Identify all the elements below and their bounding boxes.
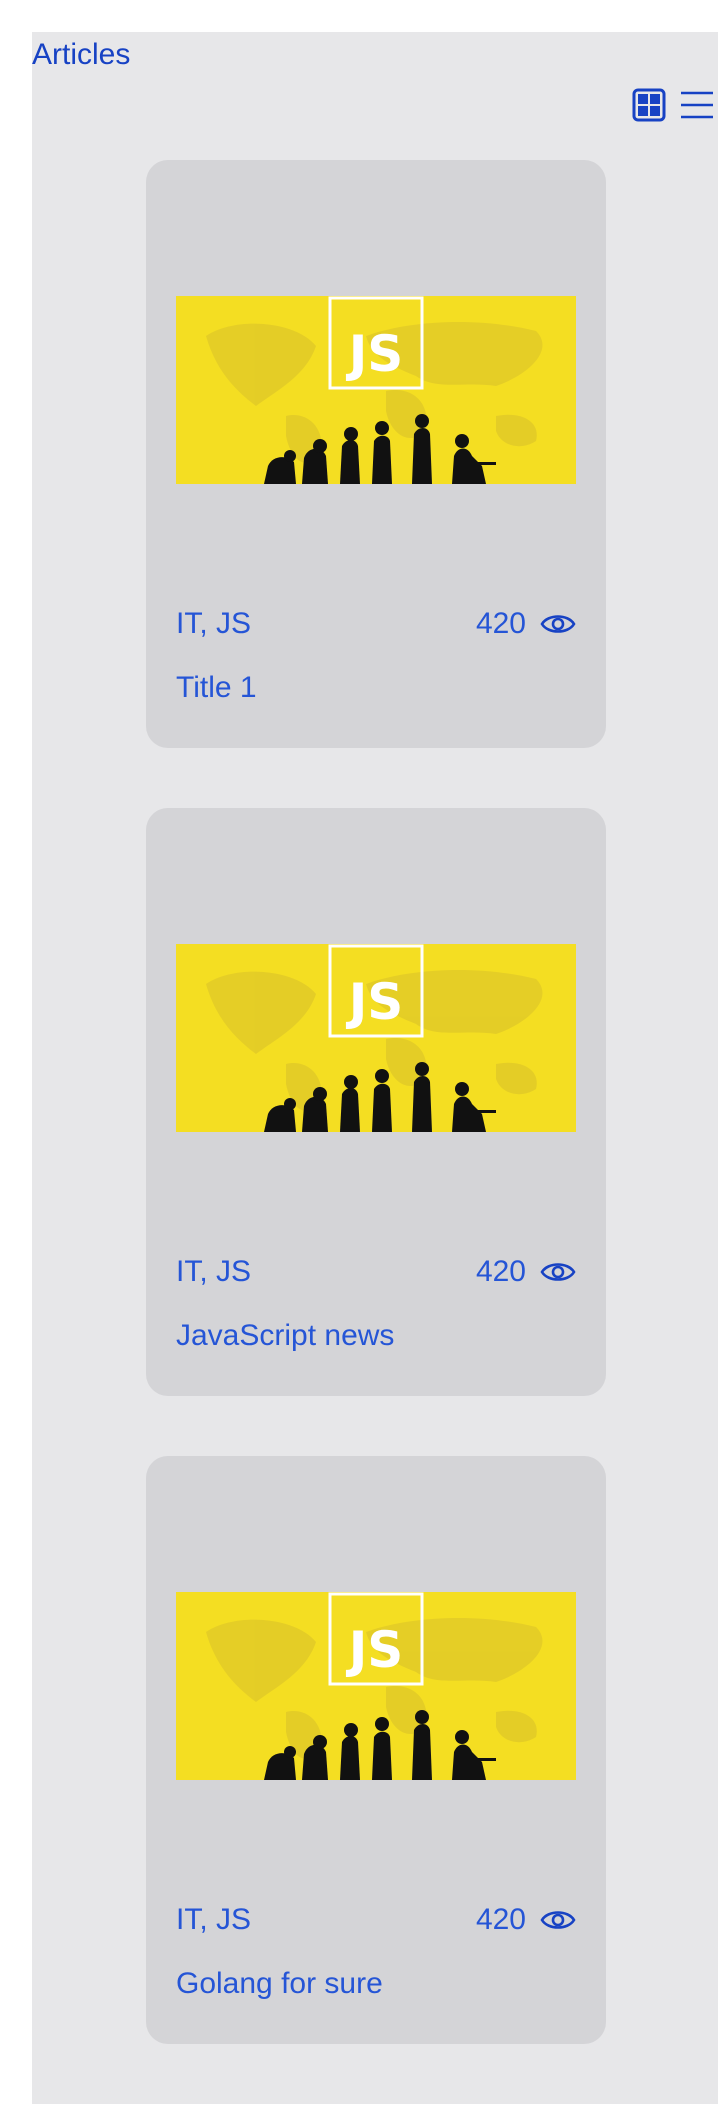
article-card[interactable]: JS IT, JS 4 bbox=[146, 160, 606, 748]
eye-icon bbox=[540, 615, 576, 633]
article-tags: IT, JS bbox=[176, 1255, 252, 1288]
page-title: Articles bbox=[32, 38, 131, 71]
article-views: 420 bbox=[476, 1902, 576, 1938]
views-count: 420 bbox=[475, 1903, 526, 1936]
views-count: 420 bbox=[475, 1255, 526, 1288]
article-list: JS IT, JS 420 Title 1 JS IT, JS 420 Java… bbox=[146, 160, 606, 2104]
article-image: JS bbox=[176, 296, 576, 484]
views-count: 420 bbox=[475, 607, 526, 640]
article-views: 420 bbox=[476, 1254, 576, 1290]
article-image: JS bbox=[176, 944, 576, 1132]
js-logo-text: JS bbox=[346, 1621, 404, 1679]
list-icon bbox=[681, 91, 713, 119]
eye-icon bbox=[540, 1263, 576, 1281]
article-tags: IT, JS bbox=[176, 607, 252, 640]
js-logo-text: JS bbox=[346, 325, 404, 383]
article-tags: IT, JS bbox=[176, 1903, 252, 1936]
article-title: JavaScript news bbox=[176, 1319, 395, 1352]
article-card[interactable]: JS IT, JS 4 bbox=[146, 808, 606, 1396]
articles-page: Articles JS IT, JS 420 Title 1 JS IT, JS… bbox=[32, 32, 718, 2104]
article-card[interactable]: JS IT, JS 4 bbox=[146, 1456, 606, 2044]
grid-view-button[interactable] bbox=[630, 86, 668, 124]
view-switcher bbox=[630, 86, 716, 124]
article-title: Title 1 bbox=[176, 671, 257, 704]
grid-icon bbox=[632, 88, 666, 122]
list-view-button[interactable] bbox=[678, 86, 716, 124]
article-title: Golang for sure bbox=[176, 1967, 383, 2000]
eye-icon bbox=[540, 1911, 576, 1929]
article-image: JS bbox=[176, 1592, 576, 1780]
js-logo-text: JS bbox=[346, 973, 404, 1031]
article-views: 420 bbox=[476, 606, 576, 642]
